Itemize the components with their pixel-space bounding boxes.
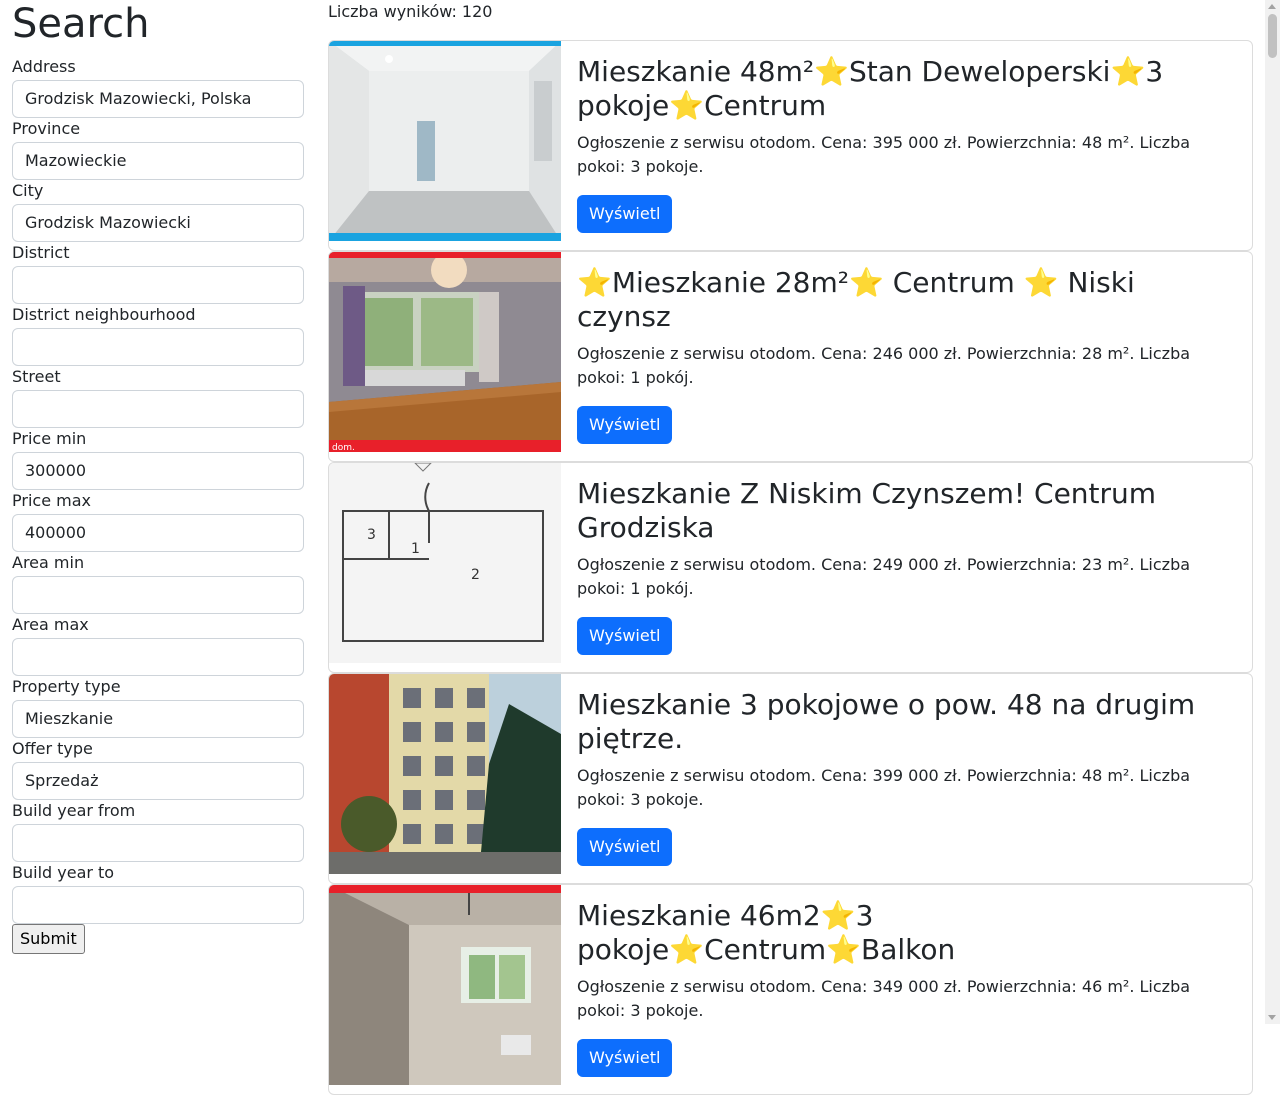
- offer-type-label: Offer type: [12, 739, 93, 758]
- province-label: Province: [12, 119, 81, 138]
- area-max-label: Area max: [12, 615, 89, 634]
- city-input[interactable]: Grodzisk Mazowiecki: [12, 204, 304, 242]
- page-scrollbar[interactable]: [1265, 0, 1280, 1024]
- listing-description: Ogłoszenie z serwisu otodom. Cena: 249 0…: [577, 555, 1191, 598]
- listing-body: Mieszkanie Z Niskim Czynszem! Centrum Gr…: [561, 463, 1252, 672]
- listing-card: dom. ⭐Mieszkanie 28m²⭐ Centrum ⭐ Niski cz…: [328, 251, 1253, 462]
- scroll-up-icon[interactable]: [1268, 4, 1276, 9]
- listing-photo: [329, 674, 561, 874]
- listing-description: Ogłoszenie z serwisu otodom. Cena: 349 0…: [577, 977, 1191, 1020]
- area-min-input[interactable]: [12, 576, 304, 614]
- view-listing-button[interactable]: Wyświetl: [577, 617, 673, 655]
- listing-card: 3 1 2 Mieszkanie Z Niskim Czynszem! Centrum…: [328, 462, 1253, 673]
- price-max-label: Price max: [12, 491, 91, 510]
- svg-text:1: 1: [411, 541, 420, 557]
- listing-description: Ogłoszenie z serwisu otodom. Cena: 246 0…: [577, 344, 1191, 387]
- build-year-to-label: Build year to: [12, 863, 115, 882]
- listing-title: Mieszkanie 48m²⭐Stan Deweloperski⭐3 poko…: [577, 55, 1164, 122]
- svg-text:3: 3: [367, 527, 376, 543]
- listing-body: Mieszkanie 46m2⭐3 pokoje⭐Centrum⭐Balkon O…: [561, 885, 1252, 1094]
- svg-text:dom.: dom.: [332, 443, 355, 452]
- build-year-from-label: Build year from: [12, 801, 136, 820]
- listing-title: Mieszkanie 46m2⭐3 pokoje⭐Centrum⭐Balkon: [577, 899, 956, 966]
- listing-title: ⭐Mieszkanie 28m²⭐ Centrum ⭐ Niski czynsz: [577, 266, 1135, 333]
- listing-title: Mieszkanie Z Niskim Czynszem! Centrum Gr…: [577, 477, 1157, 544]
- province-input[interactable]: Mazowieckie: [12, 142, 304, 180]
- offer-type-input[interactable]: Sprzedaż: [12, 762, 304, 800]
- city-label: City: [12, 181, 44, 200]
- property-type-label: Property type: [12, 677, 121, 696]
- submit-button[interactable]: Submit: [12, 924, 85, 954]
- listing-body: Mieszkanie 48m²⭐Stan Deweloperski⭐3 poko…: [561, 41, 1252, 250]
- listing-card: Mieszkanie 48m²⭐Stan Deweloperski⭐3 poko…: [328, 40, 1253, 251]
- listing-body: Mieszkanie 3 pokojowe o pow. 48 na drugi…: [561, 674, 1252, 883]
- area-max-input[interactable]: [12, 638, 304, 676]
- listing-photo: [329, 885, 561, 1085]
- listing-photo: 3 1 2: [329, 463, 561, 663]
- view-listing-button[interactable]: Wyświetl: [577, 406, 673, 444]
- listing-title: Mieszkanie 3 pokojowe o pow. 48 na drugi…: [577, 688, 1196, 755]
- results-list: Mieszkanie 48m²⭐Stan Deweloperski⭐3 poko…: [328, 40, 1253, 1095]
- listing-body: ⭐Mieszkanie 28m²⭐ Centrum ⭐ Niski czynsz…: [561, 252, 1252, 461]
- listing-card: Mieszkanie 46m2⭐3 pokoje⭐Centrum⭐Balkon O…: [328, 884, 1253, 1095]
- district-neighbourhood-input[interactable]: [12, 328, 304, 366]
- results-count: Liczba wyników: 120: [328, 2, 493, 21]
- price-min-label: Price min: [12, 429, 87, 448]
- listing-card: Mieszkanie 3 pokojowe o pow. 48 na drugi…: [328, 673, 1253, 884]
- address-input[interactable]: Grodzisk Mazowiecki, Polska: [12, 80, 304, 118]
- street-input[interactable]: [12, 390, 304, 428]
- listing-description: Ogłoszenie z serwisu otodom. Cena: 395 0…: [577, 133, 1191, 176]
- view-listing-button[interactable]: Wyświetl: [577, 195, 673, 233]
- scroll-thumb[interactable]: [1268, 14, 1277, 58]
- build-year-to-input[interactable]: [12, 886, 304, 924]
- price-min-input[interactable]: 300000: [12, 452, 304, 490]
- search-title: Search: [12, 1, 150, 47]
- district-neighbourhood-label: District neighbourhood: [12, 305, 196, 324]
- area-min-label: Area min: [12, 553, 85, 572]
- build-year-from-input[interactable]: [12, 824, 304, 862]
- listing-description: Ogłoszenie z serwisu otodom. Cena: 399 0…: [577, 766, 1191, 809]
- view-listing-button[interactable]: Wyświetl: [577, 828, 673, 866]
- search-sidebar: Search Address Grodzisk Mazowiecki, Polsk…: [12, 0, 304, 954]
- street-label: Street: [12, 367, 61, 386]
- listing-photo: [329, 41, 561, 241]
- address-label: Address: [12, 57, 76, 76]
- price-max-input[interactable]: 400000: [12, 514, 304, 552]
- svg-text:2: 2: [471, 567, 480, 583]
- listing-photo: dom.: [329, 252, 561, 452]
- view-listing-button[interactable]: Wyświetl: [577, 1039, 673, 1077]
- search-form: Address Grodzisk Mazowiecki, Polska Provin…: [12, 56, 304, 924]
- property-type-input[interactable]: Mieszkanie: [12, 700, 304, 738]
- scroll-down-icon[interactable]: [1268, 1015, 1276, 1020]
- district-label: District: [12, 243, 70, 262]
- district-input[interactable]: [12, 266, 304, 304]
